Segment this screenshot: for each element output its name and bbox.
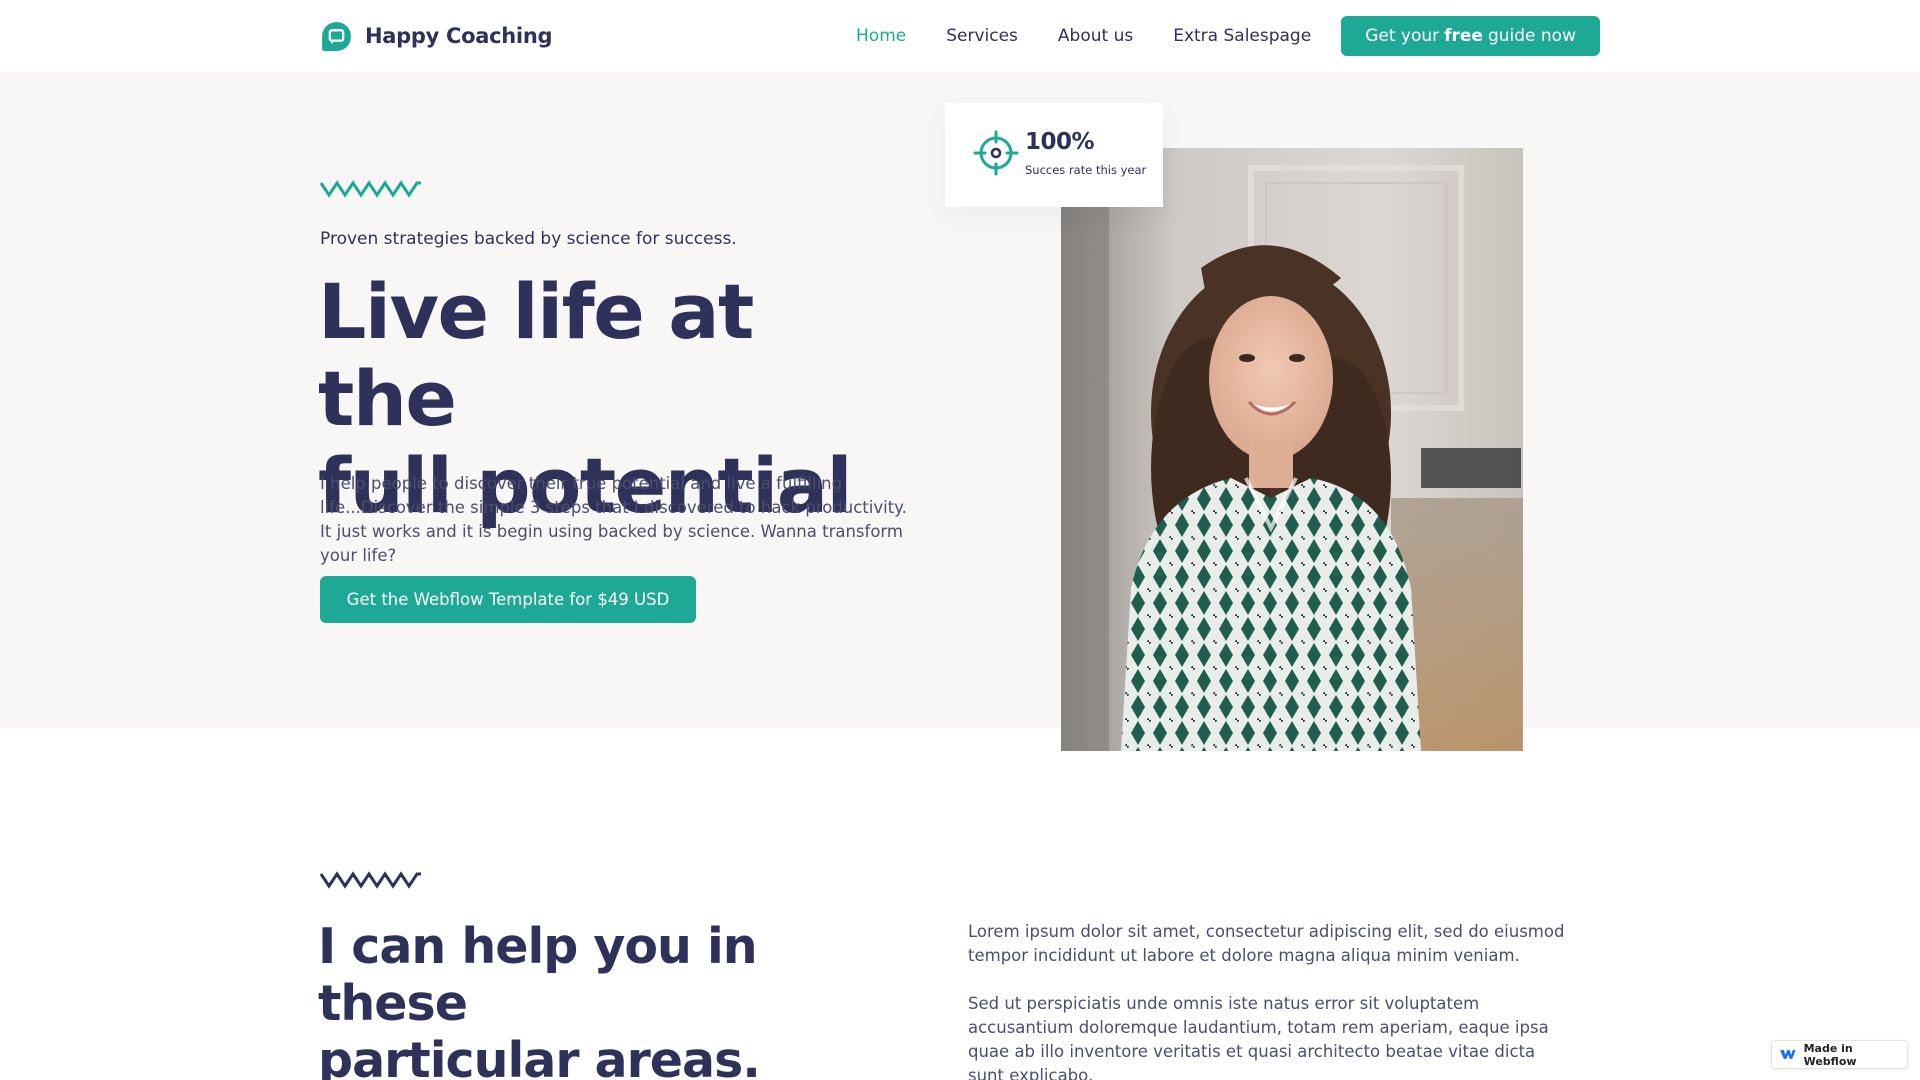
hero-description: I help people to discover their true pot… bbox=[320, 474, 907, 565]
areas-section-title: I can help you in these particular areas… bbox=[318, 918, 918, 1080]
coach-portrait-illustration bbox=[1061, 148, 1523, 751]
zigzag-icon bbox=[320, 180, 421, 198]
zigzag-icon bbox=[320, 871, 421, 889]
made-in-webflow-badge[interactable]: Made in Webflow bbox=[1771, 1040, 1908, 1069]
nav-link-home[interactable]: Home bbox=[856, 26, 906, 46]
top-navigation: Happy Coaching Home Services About us Ex… bbox=[0, 0, 1920, 72]
nav-links: Home Services About us Extra Salespage G… bbox=[856, 16, 1600, 56]
free-guide-button-suffix: guide now bbox=[1487, 26, 1576, 46]
areas-paragraph-2: Sed ut perspiciatis unde omnis iste natu… bbox=[968, 994, 1549, 1080]
webflow-logo-icon bbox=[1780, 1050, 1796, 1059]
get-template-button[interactable]: Get the Webflow Template for $49 USD bbox=[320, 576, 696, 623]
made-in-webflow-label: Made in Webflow bbox=[1803, 1041, 1857, 1068]
brand-name: Happy Coaching bbox=[365, 24, 553, 48]
free-guide-button[interactable]: Get your free guide now bbox=[1341, 16, 1600, 56]
nav-link-extra-salespage[interactable]: Extra Salespage bbox=[1173, 26, 1311, 46]
target-icon bbox=[973, 130, 1019, 176]
success-rate-label: Succes rate this year bbox=[1025, 163, 1147, 177]
areas-title-line-1: I can help you in these bbox=[318, 918, 758, 1032]
success-rate-card: 100% Succes rate this year bbox=[945, 103, 1163, 207]
chat-bubble-icon bbox=[322, 21, 351, 51]
nav-link-about-us[interactable]: About us bbox=[1058, 26, 1133, 46]
free-guide-button-prefix: Get your bbox=[1365, 26, 1440, 46]
coach-portrait-photo bbox=[1061, 148, 1523, 751]
brand-logo-link[interactable]: Happy Coaching bbox=[320, 20, 553, 52]
areas-title-line-2: particular areas. bbox=[318, 1032, 761, 1080]
free-guide-button-bold: free bbox=[1444, 26, 1483, 46]
hero-title-line-1: Live life at the bbox=[318, 267, 754, 443]
areas-paragraph-1: Lorem ipsum dolor sit amet, consectetur … bbox=[968, 922, 1565, 965]
success-rate-value: 100% bbox=[1025, 129, 1095, 155]
hero-eyebrow: Proven strategies backed by science for … bbox=[320, 229, 737, 249]
nav-link-services[interactable]: Services bbox=[946, 26, 1018, 46]
